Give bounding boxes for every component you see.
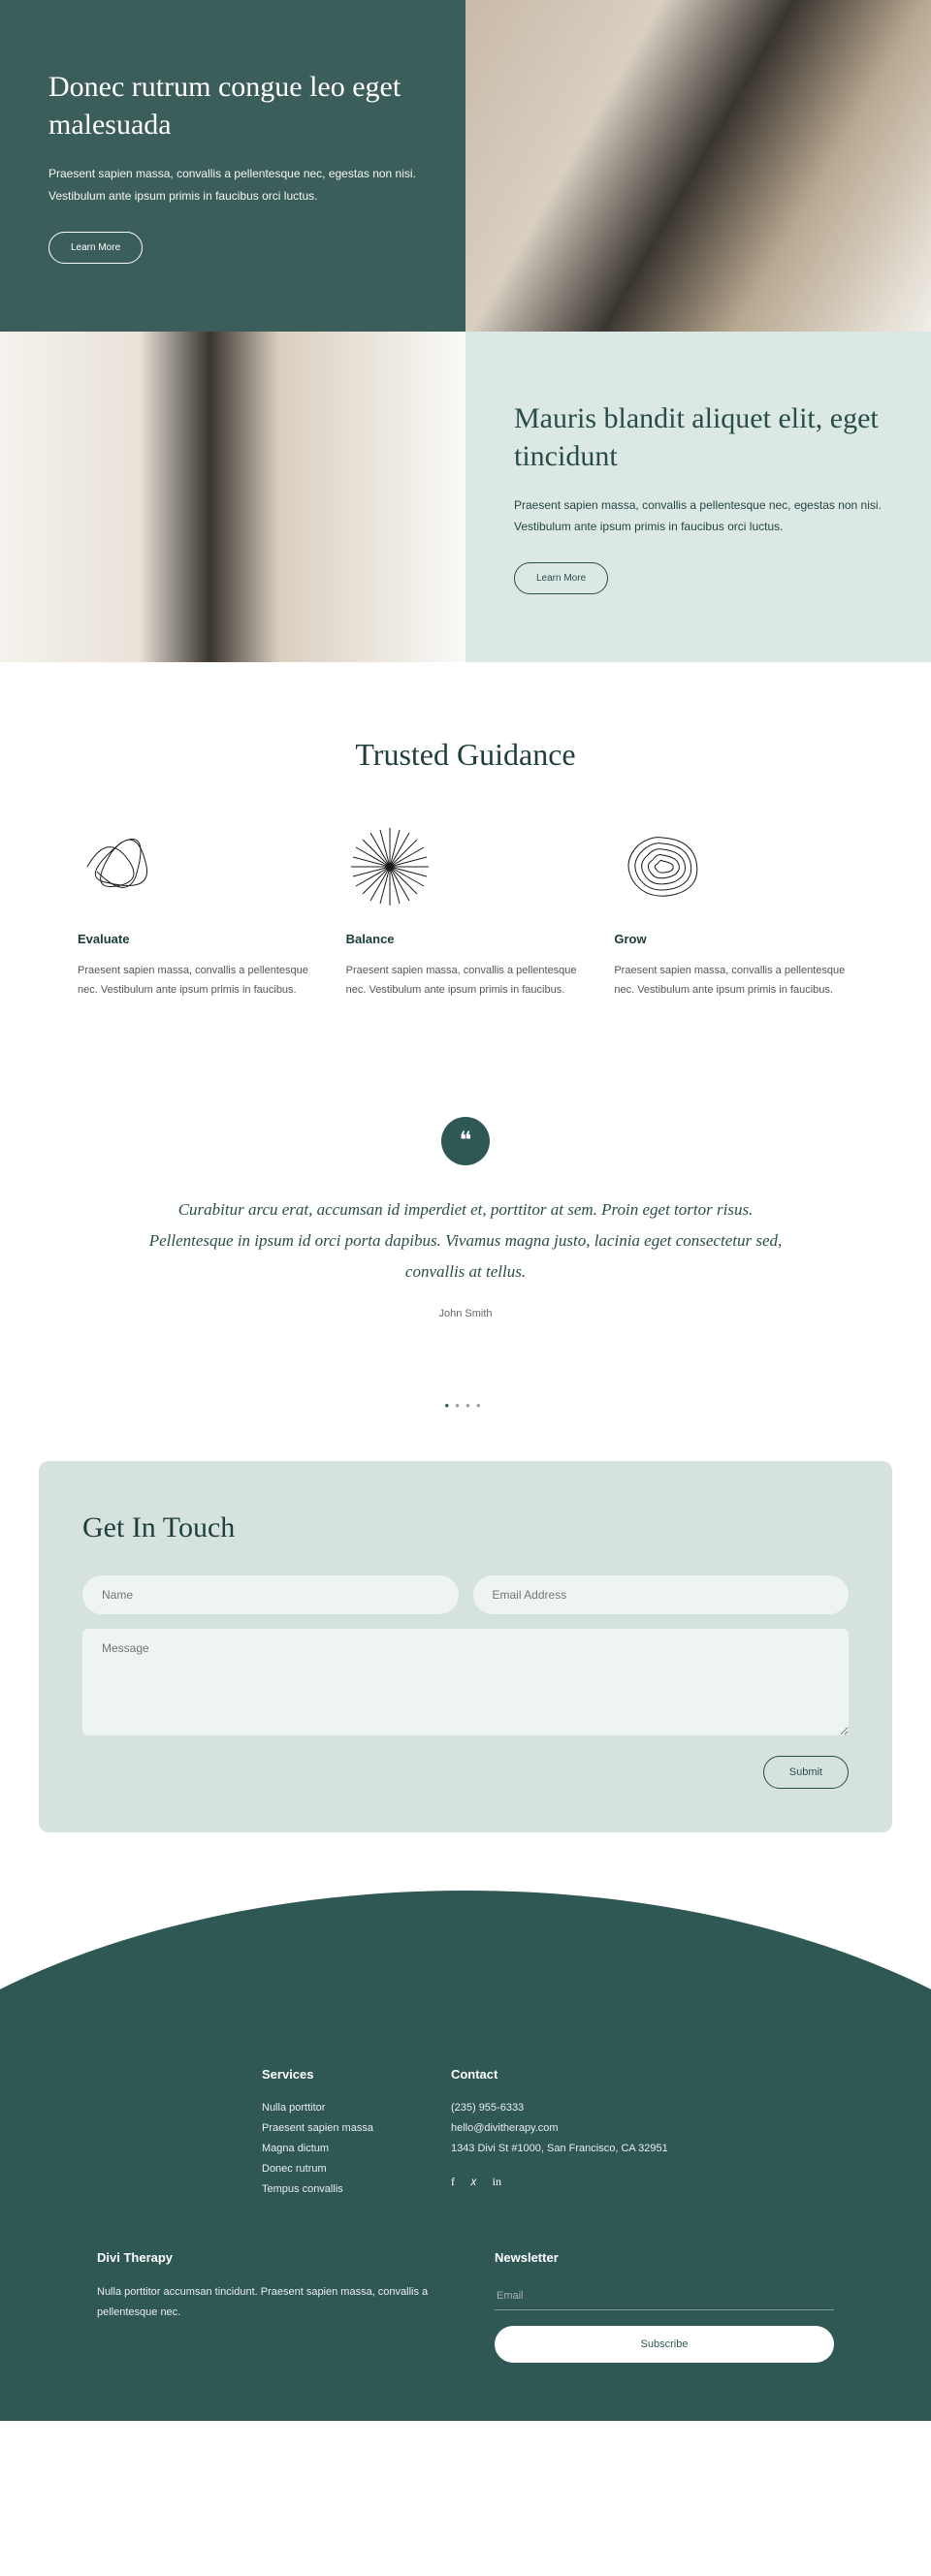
service-link[interactable]: Donec rutrum bbox=[262, 2159, 373, 2179]
contact-phone: (235) 955-6333 bbox=[451, 2098, 668, 2118]
newsletter-title: Newsletter bbox=[495, 2248, 834, 2269]
submit-button[interactable]: Submit bbox=[763, 1756, 849, 1789]
balance-desc: Praesent sapien massa, convallis a pelle… bbox=[346, 962, 586, 1001]
service-link[interactable]: Praesent sapien massa bbox=[262, 2118, 373, 2139]
hero2-desc: Praesent sapien massa, convallis a pelle… bbox=[514, 494, 883, 539]
grow-desc: Praesent sapien massa, convallis a pelle… bbox=[614, 962, 853, 1001]
testimonial-section: ❝ Curabitur arcu erat, accumsan id imper… bbox=[0, 1068, 931, 1371]
footer-services: Services Nulla porttitor Praesent sapien… bbox=[262, 2065, 373, 2200]
hero1-desc: Praesent sapien massa, convallis a pelle… bbox=[48, 163, 417, 207]
testimonial-author: John Smith bbox=[145, 1306, 786, 1323]
hero-image-1 bbox=[466, 0, 931, 332]
contact-form: Get In Touch Submit bbox=[39, 1461, 892, 1832]
hero-row-2: Mauris blandit aliquet elit, eget tincid… bbox=[0, 332, 931, 663]
testimonial-quote: Curabitur arcu erat, accumsan id imperdi… bbox=[145, 1194, 786, 1288]
starburst-icon bbox=[346, 818, 586, 915]
hero-text-1: Donec rutrum congue leo eget malesuada P… bbox=[0, 0, 466, 332]
balance-title: Balance bbox=[346, 930, 586, 950]
learn-more-button-2[interactable]: Learn More bbox=[514, 562, 608, 594]
brand-title: Divi Therapy bbox=[97, 2248, 436, 2269]
learn-more-button[interactable]: Learn More bbox=[48, 232, 143, 264]
service-link[interactable]: Nulla porttitor bbox=[262, 2098, 373, 2118]
contact-title: Contact bbox=[451, 2065, 668, 2085]
contour-icon bbox=[614, 818, 853, 915]
contact-title: Get In Touch bbox=[82, 1505, 849, 1551]
services-title: Services bbox=[262, 2065, 373, 2085]
footer-contact: Contact (235) 955-6333 hello@divitherapy… bbox=[451, 2065, 668, 2200]
facebook-icon[interactable]: f bbox=[451, 2173, 455, 2191]
guidance-item-evaluate: Evaluate Praesent sapien massa, convalli… bbox=[78, 818, 317, 1000]
email-input[interactable] bbox=[473, 1575, 850, 1614]
hero-image-2 bbox=[0, 332, 466, 663]
service-link[interactable]: Magna dictum bbox=[262, 2139, 373, 2159]
footer-brand: Divi Therapy Nulla porttitor accumsan ti… bbox=[97, 2248, 436, 2363]
evaluate-title: Evaluate bbox=[78, 930, 317, 950]
newsletter-email-input[interactable] bbox=[495, 2282, 834, 2310]
footer-newsletter: Newsletter Subscribe bbox=[495, 2248, 834, 2363]
slider-dots[interactable]: ●●●● bbox=[0, 1400, 931, 1413]
guidance-item-grow: Grow Praesent sapien massa, convallis a … bbox=[614, 818, 853, 1000]
hero1-title: Donec rutrum congue leo eget malesuada bbox=[48, 68, 417, 143]
grow-title: Grow bbox=[614, 930, 853, 950]
guidance-item-balance: Balance Praesent sapien massa, convallis… bbox=[346, 818, 586, 1000]
evaluate-desc: Praesent sapien massa, convallis a pelle… bbox=[78, 962, 317, 1001]
hero2-title: Mauris blandit aliquet elit, eget tincid… bbox=[514, 399, 883, 475]
quote-icon: ❝ bbox=[441, 1117, 490, 1165]
brand-desc: Nulla porttitor accumsan tincidunt. Prae… bbox=[97, 2282, 436, 2323]
guidance-section: Trusted Guidance Evaluate Praesent sapie… bbox=[0, 662, 931, 1068]
linkedin-icon[interactable]: in bbox=[493, 2173, 501, 2191]
hero-text-2: Mauris blandit aliquet elit, eget tincid… bbox=[466, 332, 931, 663]
name-input[interactable] bbox=[82, 1575, 459, 1614]
guidance-title: Trusted Guidance bbox=[78, 730, 853, 779]
subscribe-button[interactable]: Subscribe bbox=[495, 2326, 834, 2363]
hero-row-1: Donec rutrum congue leo eget malesuada P… bbox=[0, 0, 931, 332]
message-input[interactable] bbox=[82, 1629, 849, 1735]
footer: Services Nulla porttitor Praesent sapien… bbox=[0, 1891, 931, 2421]
contact-email: hello@divitherapy.com bbox=[451, 2118, 668, 2139]
service-link[interactable]: Tempus convallis bbox=[262, 2179, 373, 2200]
scribble-icon bbox=[78, 818, 317, 915]
contact-address: 1343 Divi St #1000, San Francisco, CA 32… bbox=[451, 2139, 668, 2159]
twitter-icon[interactable]: 𝑥 bbox=[470, 2173, 477, 2191]
